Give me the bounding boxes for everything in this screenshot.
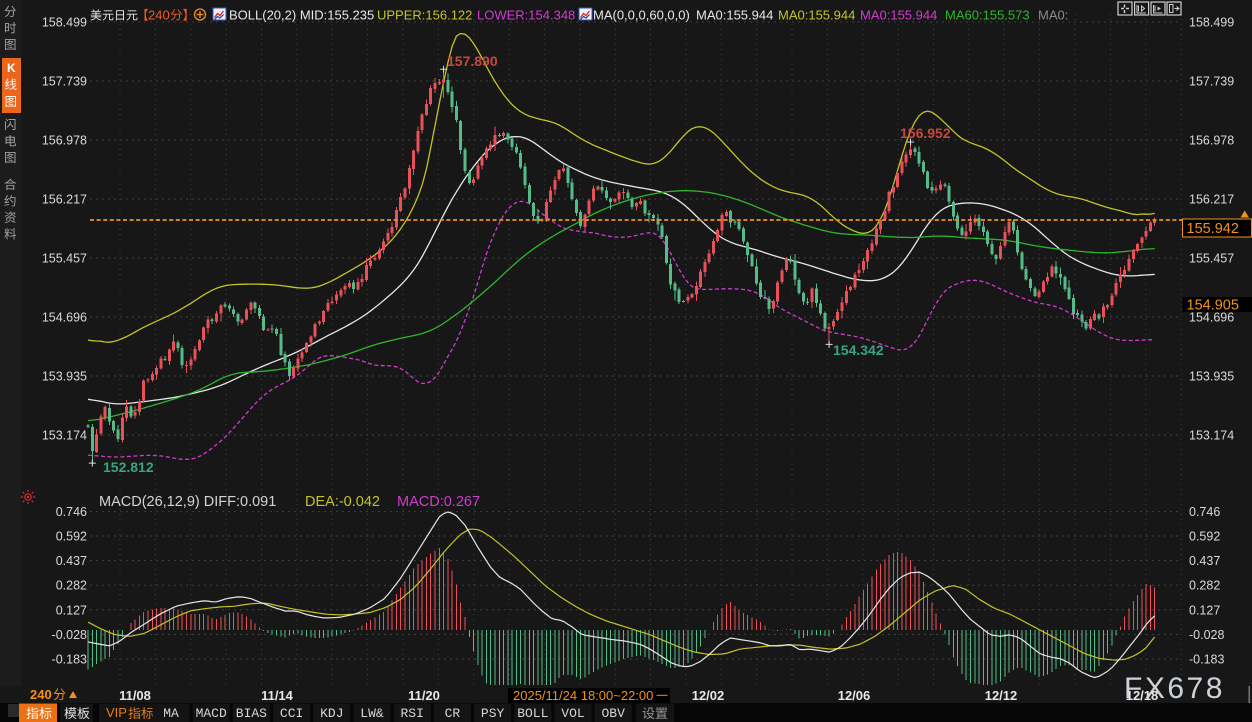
svg-text:RSI: RSI: [400, 706, 423, 721]
svg-text:155.457: 155.457: [42, 252, 87, 266]
svg-text:LOWER:154.348: LOWER:154.348: [477, 8, 575, 23]
svg-text:MA0:155.944: MA0:155.944: [860, 8, 937, 23]
svg-text:156.217: 156.217: [1189, 193, 1234, 207]
svg-text:154.905: 154.905: [1187, 298, 1239, 314]
svg-text:CCI: CCI: [280, 706, 303, 721]
svg-text:K: K: [7, 61, 16, 75]
svg-text:BOLL: BOLL: [517, 706, 548, 721]
svg-text:0.127: 0.127: [56, 603, 87, 617]
svg-text:0.592: 0.592: [56, 530, 87, 544]
svg-text:MA0:: MA0:: [1038, 8, 1068, 23]
svg-text:12/12: 12/12: [985, 688, 1018, 703]
svg-text:152.812: 152.812: [103, 459, 154, 475]
svg-text:12/06: 12/06: [838, 688, 871, 703]
svg-text:0.746: 0.746: [1189, 505, 1220, 519]
svg-text:-0.183: -0.183: [52, 653, 87, 667]
svg-text:11/20: 11/20: [408, 688, 440, 703]
svg-text:157.890: 157.890: [447, 53, 498, 69]
svg-text:155.942: 155.942: [1187, 221, 1239, 237]
svg-text:2025/11/24 18:00~22:00: 2025/11/24 18:00~22:00: [513, 688, 653, 703]
svg-text:-0.028: -0.028: [52, 628, 87, 642]
svg-text:240: 240: [30, 687, 52, 702]
svg-text:MACD: MACD: [196, 706, 227, 721]
svg-text:0.592: 0.592: [1189, 530, 1220, 544]
svg-text:0.127: 0.127: [1189, 603, 1220, 617]
svg-text:157.739: 157.739: [1189, 75, 1234, 89]
svg-text:158.499: 158.499: [1189, 16, 1234, 30]
svg-text:MA(0,0,0,60,0,0): MA(0,0,0,60,0,0): [593, 8, 690, 23]
svg-text:-0.183: -0.183: [1189, 653, 1224, 667]
svg-text:KDJ: KDJ: [320, 706, 343, 721]
svg-text:UPPER:156.122: UPPER:156.122: [377, 8, 472, 23]
svg-text:155.457: 155.457: [1189, 252, 1234, 266]
svg-text:156.952: 156.952: [900, 125, 951, 141]
svg-text:CR: CR: [445, 706, 461, 721]
svg-text:VIP: VIP: [106, 705, 127, 720]
svg-text:154.342: 154.342: [833, 342, 884, 358]
svg-text:-0.028: -0.028: [1189, 628, 1224, 642]
svg-text:156.978: 156.978: [1189, 134, 1234, 148]
svg-text:11/08: 11/08: [119, 688, 151, 703]
svg-text:FX678: FX678: [1124, 672, 1225, 705]
svg-text:OBV: OBV: [601, 706, 625, 721]
svg-text:157.739: 157.739: [42, 75, 87, 89]
svg-text:153.935: 153.935: [1189, 370, 1234, 384]
svg-text:LW&: LW&: [360, 706, 384, 721]
svg-text:154.696: 154.696: [42, 311, 87, 325]
svg-text:158.499: 158.499: [42, 16, 87, 30]
svg-text:0.437: 0.437: [1189, 554, 1220, 568]
svg-text:0.282: 0.282: [56, 579, 87, 593]
svg-text:MACD:0.267: MACD:0.267: [397, 494, 480, 510]
svg-text:0.746: 0.746: [56, 505, 87, 519]
svg-text:BIAS: BIAS: [236, 706, 267, 721]
svg-text:MACD(26,12,9) DIFF:0.091: MACD(26,12,9) DIFF:0.091: [99, 494, 276, 510]
svg-text:153.174: 153.174: [42, 429, 87, 443]
svg-text:156.217: 156.217: [42, 193, 87, 207]
svg-text:240: 240: [148, 8, 170, 23]
svg-text:MA0:155.944: MA0:155.944: [778, 8, 855, 23]
svg-text:BOLL(20,2) MID:155.235: BOLL(20,2) MID:155.235: [229, 8, 374, 23]
svg-text:156.978: 156.978: [42, 134, 87, 148]
svg-text:MA: MA: [163, 706, 179, 721]
svg-text:MA0:155.944: MA0:155.944: [696, 8, 773, 23]
svg-text:12/02: 12/02: [692, 688, 725, 703]
svg-text:153.935: 153.935: [42, 370, 87, 384]
svg-text:MA60:155.573: MA60:155.573: [945, 8, 1030, 23]
svg-text:VOL: VOL: [561, 706, 584, 721]
svg-text:0.437: 0.437: [56, 554, 87, 568]
svg-text:DEA:-0.042: DEA:-0.042: [305, 494, 380, 510]
svg-text:PSY: PSY: [481, 706, 505, 721]
svg-text:0.282: 0.282: [1189, 579, 1220, 593]
svg-text:11/14: 11/14: [261, 688, 294, 703]
svg-text:153.174: 153.174: [1189, 429, 1234, 443]
